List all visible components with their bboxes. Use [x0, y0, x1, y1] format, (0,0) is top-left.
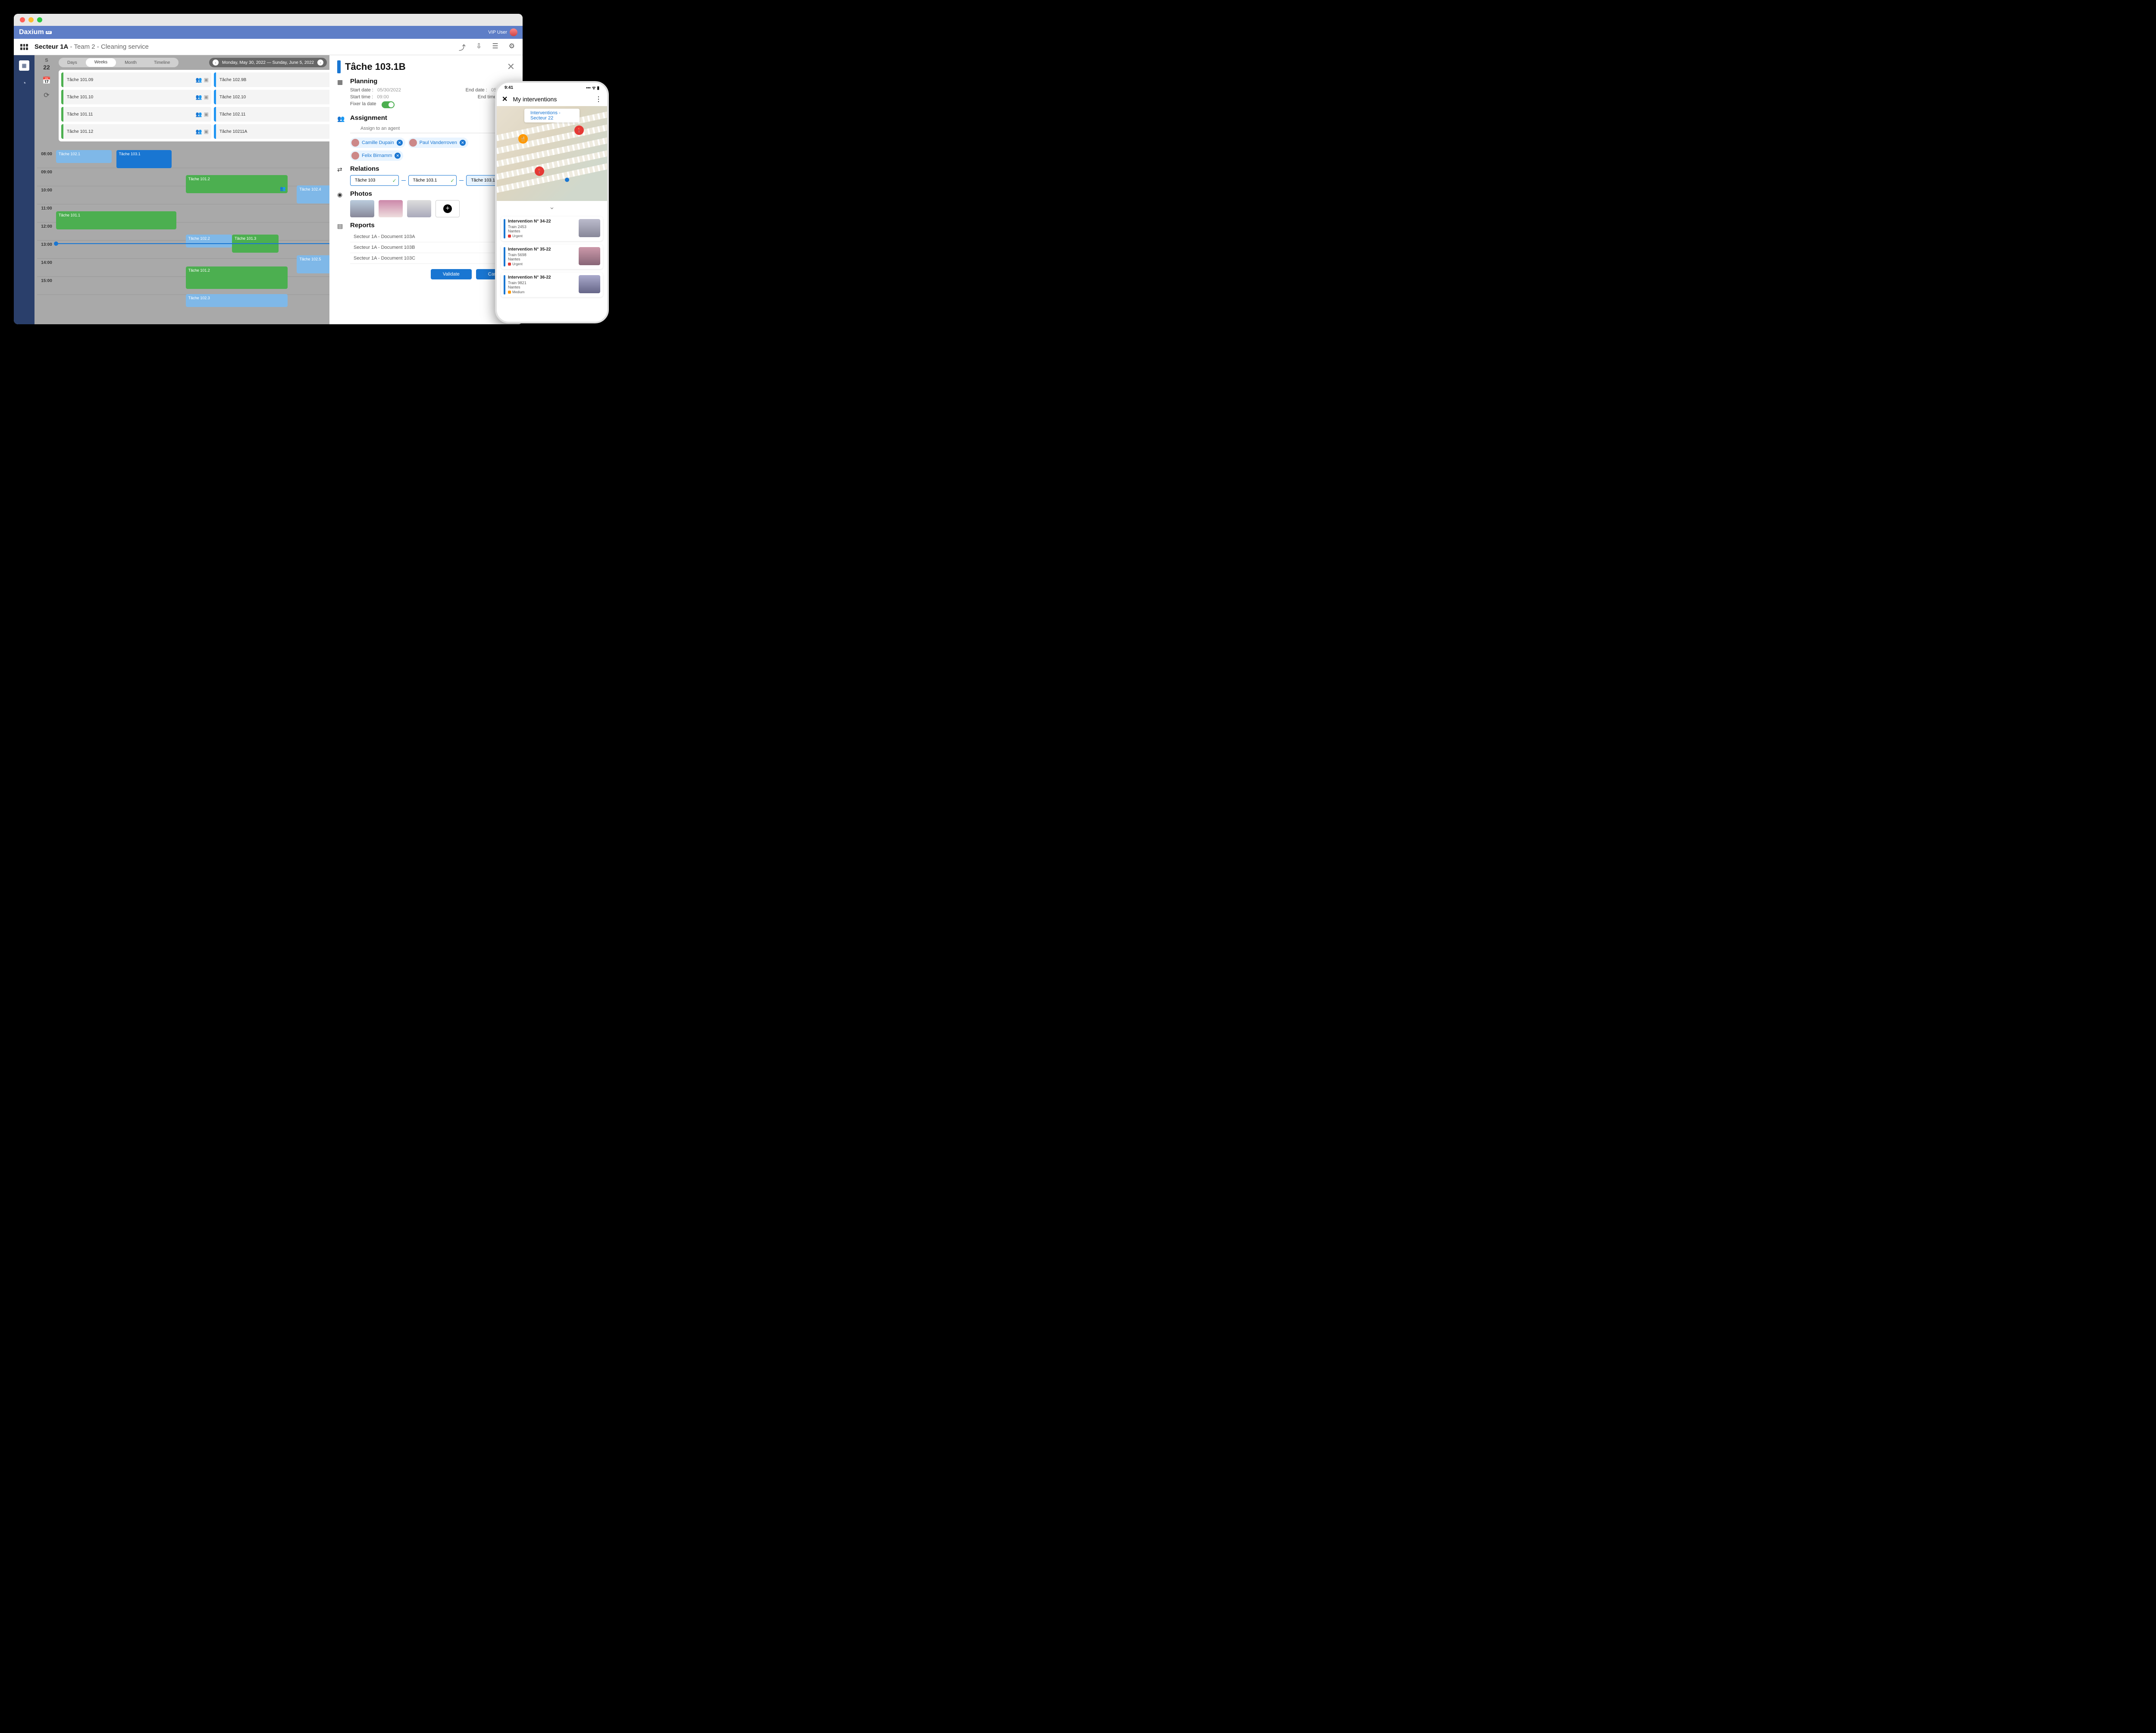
planning-content: Days Weeks Month Timeline ‹ Monday, May …: [34, 55, 523, 324]
remove-chip-icon: ✕: [395, 153, 401, 159]
intervention-card[interactable]: Intervention N° 35-22Train 5698NantesUrg…: [501, 244, 603, 269]
drag-handle-icon[interactable]: ⌄: [497, 201, 607, 213]
calendar-icon: ▦: [337, 78, 345, 110]
calendar-event[interactable]: Tâche 101.1: [56, 211, 176, 229]
prev-week-button[interactable]: ‹: [213, 60, 219, 66]
date-range-label: Monday, May 30, 2022 — Sunday, June 5, 2…: [222, 60, 314, 65]
sidebar-stats[interactable]: ◔: [19, 78, 29, 89]
window-titlebar: [14, 14, 523, 26]
upload-icon[interactable]: ⤴: [459, 42, 466, 52]
view-timeline[interactable]: Timeline: [145, 60, 179, 65]
sidebar: ▦ ◔: [14, 55, 34, 324]
assignee-chip[interactable]: Paul Vanderroven✕: [408, 138, 468, 148]
view-weeks[interactable]: Weeks: [86, 58, 116, 67]
current-location-dot: [565, 178, 569, 182]
fix-date-toggle[interactable]: [382, 101, 395, 108]
close-window-button[interactable]: [20, 17, 25, 22]
intervention-card[interactable]: Intervention N° 34-22Train 2453NantesUrg…: [501, 216, 603, 241]
report-item[interactable]: Secteur 1A - Document 103A: [350, 232, 515, 242]
date-range-nav: ‹ Monday, May 30, 2022 — Sunday, June 5,…: [209, 58, 327, 67]
add-event-icon[interactable]: 📅: [42, 76, 51, 85]
report-icon: ▤: [337, 222, 345, 279]
assignee-chip[interactable]: Felix Birnamm✕: [350, 150, 403, 161]
calendar-event[interactable]: Tâche 102.3: [186, 294, 288, 307]
breadcrumb: Secteur 1A - Team 2 - Cleaning service: [34, 43, 459, 50]
calendar-event[interactable]: Tâche 102.2: [186, 235, 232, 248]
map-pin[interactable]: 📍: [574, 125, 584, 135]
sync-icon[interactable]: ⟳: [42, 91, 51, 100]
panel-title: Tâche 103.1B: [345, 61, 503, 72]
mini-calendar: S 22 📅 ⟳: [37, 58, 56, 100]
remove-chip-icon: ✕: [460, 140, 466, 146]
mobile-map[interactable]: Interventions - Secteur 22 📍 🍴 📍: [497, 106, 607, 201]
map-pin[interactable]: 📍: [535, 166, 544, 176]
panel-accent-bar: [337, 60, 341, 73]
map-pin[interactable]: 🍴: [518, 134, 528, 144]
close-panel-button[interactable]: ✕: [507, 61, 515, 72]
assign-input[interactable]: [350, 124, 515, 133]
validate-button[interactable]: Validate: [431, 269, 472, 279]
task-card[interactable]: Tâche 101.11👥▣: [61, 107, 211, 122]
mobile-preview: 9:41••• ᯤ ▮ ✕ My interventions ⋮ Interve…: [495, 81, 609, 323]
view-days[interactable]: Days: [59, 60, 86, 65]
relations-icon: ⇄: [337, 165, 345, 186]
user-badge[interactable]: VIP User: [488, 28, 517, 36]
calendar-event[interactable]: Tâche 101.2👥: [186, 175, 288, 193]
photo-thumb[interactable]: [350, 200, 374, 217]
task-card[interactable]: Tâche 101.10👥▣: [61, 90, 211, 104]
brand-logo: DaxiumAir: [19, 28, 52, 36]
photo-thumb[interactable]: [407, 200, 431, 217]
view-switcher[interactable]: Days Weeks Month Timeline: [59, 58, 179, 67]
assignment-icon: 👥: [337, 114, 345, 161]
phone-status-bar: 9:41••• ᯤ ▮: [497, 83, 607, 92]
task-detail-panel: Tâche 103.1B ✕ ▦ Planning Start date : 0…: [329, 55, 523, 324]
grid-icon[interactable]: [14, 44, 34, 50]
sidebar-calendar[interactable]: ▦: [19, 60, 29, 71]
view-month[interactable]: Month: [116, 60, 145, 65]
mobile-menu-icon[interactable]: ⋮: [595, 95, 602, 103]
next-week-button[interactable]: ›: [317, 60, 323, 66]
desktop-window: DaxiumAir VIP User Secteur 1A - Team 2 -…: [14, 14, 523, 324]
task-card[interactable]: Tâche 101.09👥▣: [61, 72, 211, 87]
gear-icon[interactable]: ⚙: [509, 42, 515, 52]
camera-icon: ◉: [337, 190, 345, 217]
maximize-window-button[interactable]: [37, 17, 42, 22]
mobile-close-button[interactable]: ✕: [502, 95, 508, 103]
intervention-card[interactable]: Intervention N° 36-22Train 9821NantesMed…: [501, 273, 603, 297]
report-item[interactable]: Secteur 1A - Document 103C: [350, 253, 515, 264]
toolbar: Secteur 1A - Team 2 - Cleaning service ⤴…: [14, 39, 523, 55]
calendar-event[interactable]: Tâche 102.1: [56, 150, 112, 163]
download-icon[interactable]: ⇩: [476, 42, 482, 52]
avatar: [510, 28, 517, 36]
photo-thumb[interactable]: [379, 200, 403, 217]
relation-item[interactable]: Tâche 103✓: [350, 175, 399, 186]
add-photo-button[interactable]: +: [436, 200, 460, 217]
mobile-title: My interventions: [513, 96, 590, 103]
app-header: DaxiumAir VIP User: [14, 26, 523, 39]
assignee-chip[interactable]: Camille Dupain✕: [350, 138, 405, 148]
report-item[interactable]: Secteur 1A - Document 103B: [350, 242, 515, 253]
minimize-window-button[interactable]: [28, 17, 34, 22]
calendar-event[interactable]: Tâche 103.1: [116, 150, 172, 168]
calendar-event[interactable]: Tâche 101.2: [186, 266, 288, 289]
filter-icon[interactable]: ☰: [492, 42, 498, 52]
relation-item[interactable]: Tâche 103.1✓: [408, 175, 457, 186]
remove-chip-icon: ✕: [397, 140, 403, 146]
task-card[interactable]: Tâche 101.12👥▣: [61, 124, 211, 139]
map-filter-badge[interactable]: Interventions - Secteur 22: [524, 109, 580, 122]
